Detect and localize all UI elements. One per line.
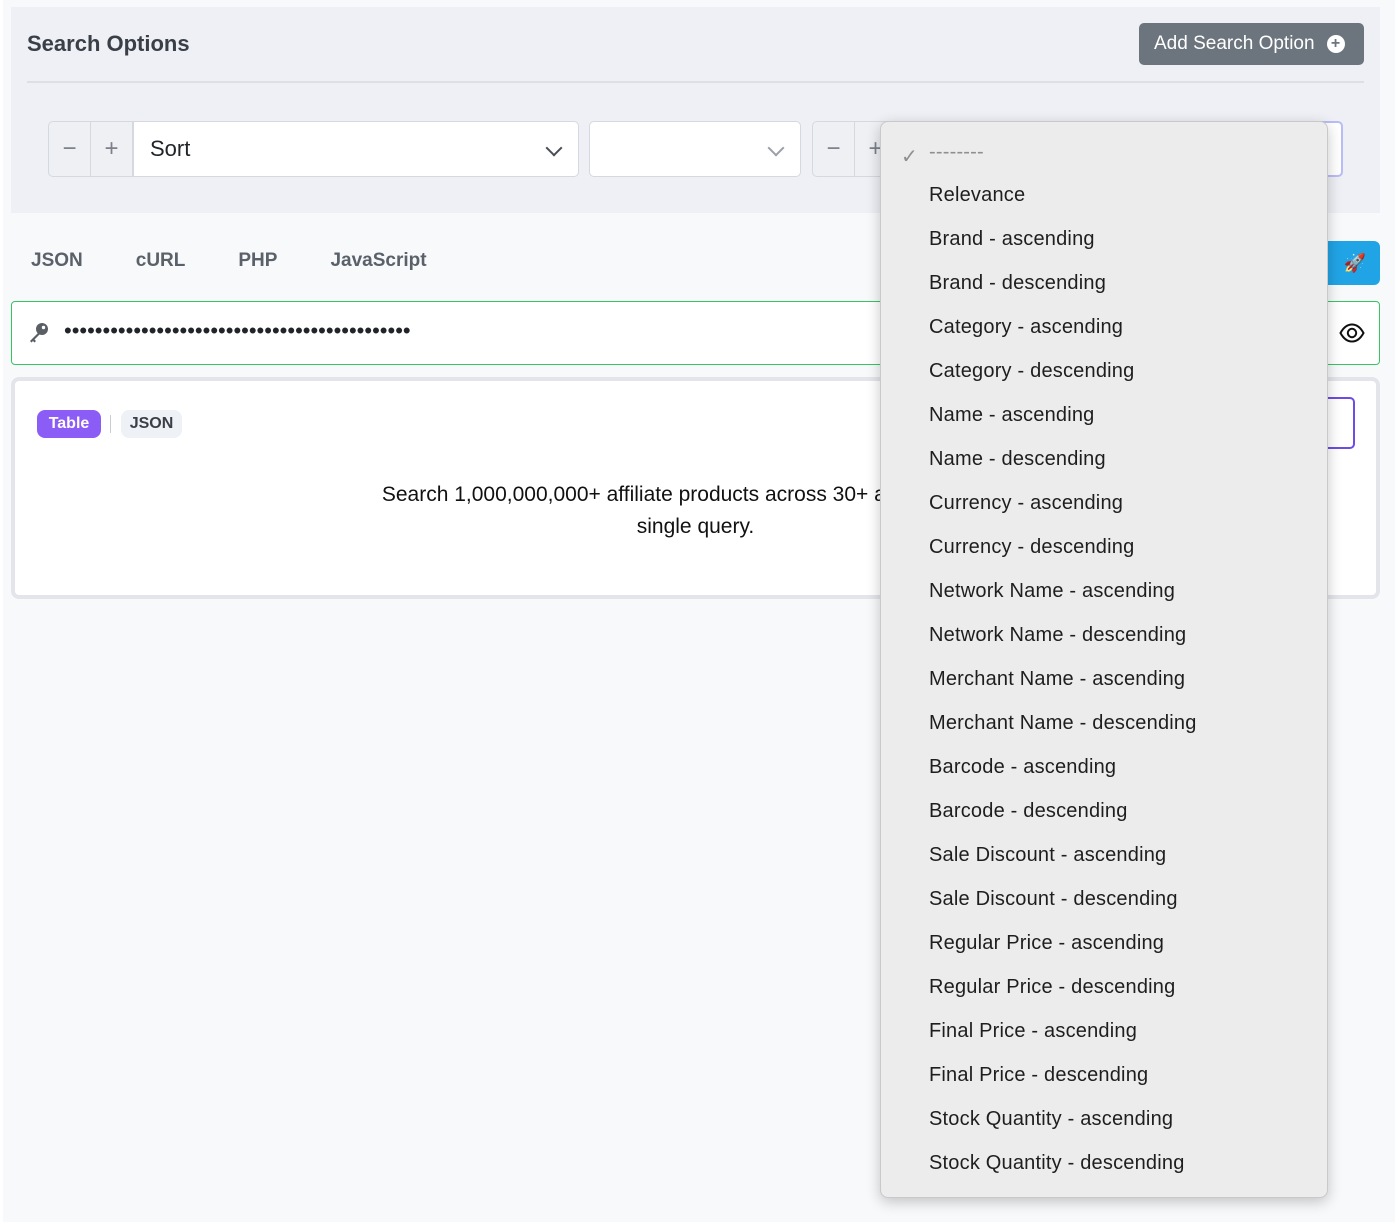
dropdown-option[interactable]: Relevance [929, 184, 1025, 207]
sort-options-dropdown: ✓ -------- Relevance Brand - ascending Bra… [880, 121, 1328, 1198]
checkmark-icon: ✓ [901, 146, 918, 168]
dropdown-option[interactable]: Currency - ascending [929, 492, 1123, 515]
dropdown-option[interactable]: Merchant Name - ascending [929, 668, 1185, 691]
option-type-value: Sort [150, 136, 191, 161]
dropdown-option[interactable]: Stock Quantity - descending [929, 1152, 1185, 1175]
dropdown-option[interactable]: Sale Discount - descending [929, 888, 1178, 911]
dropdown-option[interactable]: Regular Price - ascending [929, 932, 1164, 955]
dropdown-option[interactable]: Brand - ascending [929, 228, 1095, 251]
dropdown-option[interactable]: Category - descending [929, 360, 1134, 383]
view-tab-json[interactable]: JSON [121, 410, 182, 438]
divider [27, 81, 1364, 83]
chevron-down-icon [767, 139, 785, 157]
tab-curl[interactable]: cURL [136, 250, 186, 272]
row-stepper: − + [48, 121, 134, 177]
option-operator-select[interactable] [589, 121, 801, 177]
api-key-masked-value: ••••••••••••••••••••••••••••••••••••••••… [64, 318, 411, 343]
page: Search Options Add Search Option + − + S… [3, 0, 1395, 1222]
remove-row-button[interactable]: − [49, 122, 91, 176]
search-options-title: Search Options [27, 31, 190, 56]
dropdown-option[interactable]: Barcode - ascending [929, 756, 1116, 779]
key-icon [28, 322, 50, 349]
chevron-down-icon [545, 139, 563, 157]
dropdown-option-empty[interactable]: -------- [929, 141, 984, 164]
dropdown-option[interactable]: Merchant Name - descending [929, 712, 1197, 735]
view-tab-separator [110, 415, 111, 433]
dropdown-option[interactable]: Category - ascending [929, 316, 1123, 339]
dropdown-option[interactable]: Final Price - ascending [929, 1020, 1137, 1043]
dropdown-option[interactable]: Stock Quantity - ascending [929, 1108, 1173, 1131]
dropdown-option[interactable]: Brand - descending [929, 272, 1106, 295]
view-tab-table[interactable]: Table [37, 410, 101, 438]
dropdown-option[interactable]: Network Name - descending [929, 624, 1186, 647]
eye-icon[interactable] [1339, 322, 1365, 349]
dropdown-option[interactable]: Sale Discount - ascending [929, 844, 1166, 867]
option-type-select[interactable]: Sort [133, 121, 579, 177]
add-row-button[interactable]: + [91, 122, 133, 176]
dropdown-option[interactable]: Name - ascending [929, 404, 1095, 427]
tab-php[interactable]: PHP [238, 250, 277, 272]
dropdown-option[interactable]: Network Name - ascending [929, 580, 1175, 603]
add-search-option-label: Add Search Option [1154, 33, 1315, 54]
dropdown-option[interactable]: Final Price - descending [929, 1064, 1148, 1087]
tab-javascript[interactable]: JavaScript [330, 250, 426, 272]
dropdown-option[interactable]: Barcode - descending [929, 800, 1128, 823]
plus-circle-icon: + [1326, 35, 1345, 53]
dropdown-option[interactable]: Regular Price - descending [929, 976, 1175, 999]
tab-json[interactable]: JSON [31, 250, 83, 272]
code-language-tabs: JSON cURL PHP JavaScript [31, 250, 480, 272]
dropdown-option[interactable]: Currency - descending [929, 536, 1134, 559]
add-search-option-button[interactable]: Add Search Option + [1139, 23, 1364, 65]
rocket-icon: 🚀 [1343, 252, 1366, 273]
dropdown-option[interactable]: Name - descending [929, 448, 1106, 471]
remove-row-button[interactable]: − [813, 122, 855, 176]
